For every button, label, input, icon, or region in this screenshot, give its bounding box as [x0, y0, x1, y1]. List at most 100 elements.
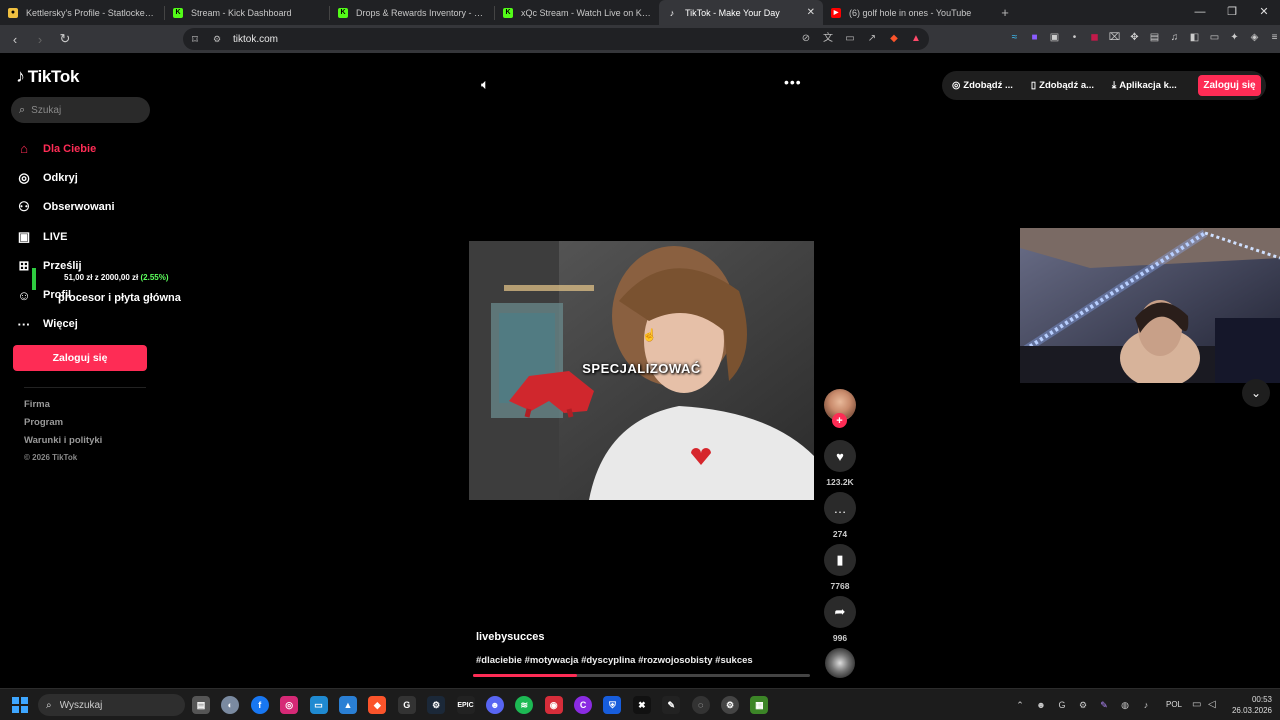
bookmark-icon[interactable]: ⌑ [187, 33, 203, 46]
browser-tab-youtube[interactable]: ▶ (6) golf hole in ones - YouTube [823, 0, 987, 25]
comment-icon[interactable]: … [824, 492, 856, 524]
notes-icon[interactable]: ✎ [662, 696, 681, 714]
browser-tab-kick-dashboard[interactable]: K Stream - Kick Dashboard [165, 0, 329, 25]
discord-tray-icon[interactable]: ☻ [1035, 699, 1047, 711]
tiktok-logo[interactable]: ♪ TikTok [16, 66, 79, 87]
settings-icon[interactable]: ⚙ [721, 696, 740, 714]
no-cast-icon[interactable]: ⊘ [799, 32, 813, 46]
extension-icon[interactable]: ■ [1028, 31, 1041, 45]
forward-icon[interactable]: › [30, 32, 50, 47]
music-icon[interactable]: ♫ [1168, 31, 1181, 45]
steam-icon[interactable]: ⚙ [427, 696, 446, 714]
vpn-icon[interactable]: ◈ [1248, 31, 1261, 45]
more-options-icon[interactable]: ••• [784, 74, 802, 90]
app-icon[interactable]: ◐ [221, 696, 240, 714]
browser-tab-tiktok[interactable]: ♪ TikTok - Make Your Day ✕ [659, 0, 823, 25]
volume-tray-icon[interactable]: ◁ [1208, 699, 1216, 710]
app-icon[interactable]: G [397, 696, 416, 714]
app-icon[interactable]: ✖ [632, 696, 651, 714]
maximize-icon[interactable]: ❐ [1216, 0, 1248, 25]
app-icon[interactable]: C [574, 696, 593, 714]
back-icon[interactable]: ‹ [5, 32, 25, 47]
epic-games-icon[interactable]: EPIC [456, 696, 475, 714]
share-arrow-icon[interactable]: ➦ [824, 596, 856, 628]
close-window-icon[interactable]: ✕ [1248, 0, 1280, 25]
video-author[interactable]: livebysucces [476, 631, 545, 643]
nav-item-more[interactable]: ··· Więcej [14, 310, 115, 339]
taskbar-search[interactable]: ⌕ [38, 694, 185, 716]
windows-start-icon[interactable] [12, 697, 28, 713]
extension-icon[interactable]: ▣ [1048, 31, 1061, 45]
instagram-icon[interactable]: ◎ [280, 696, 299, 714]
cast-icon[interactable]: ▭ [843, 32, 857, 46]
monitor-icon[interactable]: ▭ [309, 696, 328, 714]
footer-link-company[interactable]: Firma [24, 399, 102, 417]
obs-icon[interactable]: ◌ [691, 696, 710, 714]
brave-icon[interactable]: ◆ [368, 696, 387, 714]
minecraft-icon[interactable]: ▦ [750, 696, 769, 714]
browser-tab-kick-drops[interactable]: K Drops & Rewards Inventory - Kick Stre.… [330, 0, 494, 25]
video-progress-bar[interactable] [473, 674, 810, 677]
share-icon[interactable]: ↗ [865, 32, 879, 46]
browser-tab-statlocker[interactable]: ● Kettlersky's Profile - Statlocker.gg [0, 0, 164, 25]
facebook-icon[interactable]: f [250, 696, 269, 714]
extension-icon[interactable]: ⌧ [1108, 31, 1121, 45]
menu-icon[interactable]: ≡ [1268, 31, 1280, 45]
nav-item-following[interactable]: ⚇ Obserwowani [14, 193, 114, 222]
sidebar-icon[interactable]: ◧ [1188, 31, 1201, 45]
chevron-up-icon[interactable]: ⌃ [1014, 699, 1026, 711]
bookmark-icon[interactable]: ▮ [824, 544, 856, 576]
taskbar-clock[interactable]: 00:53 26.03.2026 [1228, 694, 1272, 716]
wallet-icon[interactable]: ▭ [1208, 31, 1221, 45]
desktop-app-button[interactable]: ⤓ Aplikacja k... [1112, 80, 1177, 91]
extension-icon[interactable]: ◼ [1088, 31, 1101, 45]
bitwarden-icon[interactable]: ⛨ [603, 696, 622, 714]
photos-icon[interactable]: ▲ [338, 696, 357, 714]
video-hashtags[interactable]: #dlaciebie #motywacja #dyscyplina #rozwo… [476, 655, 753, 666]
mic-tray-icon[interactable]: ♪ [1140, 699, 1152, 711]
steam-tray-icon[interactable]: ⚙ [1077, 699, 1089, 711]
taskbar-search-input[interactable] [59, 699, 170, 711]
nav-item-live[interactable]: ▣ LIVE [14, 222, 115, 251]
minimize-icon[interactable]: — [1184, 0, 1216, 25]
brave-rewards-icon[interactable]: ▲ [909, 32, 923, 46]
music-disc-icon[interactable] [825, 648, 855, 678]
puzzle-icon[interactable]: ✥ [1128, 31, 1141, 45]
file-explorer-icon[interactable]: ▤ [192, 696, 210, 714]
header-login-button[interactable]: Zaloguj się [1198, 75, 1261, 96]
sidebar-login-button[interactable]: Zaloguj się [13, 345, 147, 371]
network-tray-icon[interactable]: ◍ [1119, 699, 1131, 711]
get-coins-button[interactable]: ◎ Zdobądź ... [952, 80, 1013, 91]
heart-icon[interactable]: ♥ [824, 440, 856, 472]
close-tab-icon[interactable]: ✕ [807, 7, 815, 18]
app-tray-icon[interactable]: G [1056, 699, 1068, 711]
extension-icon[interactable]: ▤ [1148, 31, 1161, 45]
display-icon[interactable]: ▭ [1192, 699, 1201, 710]
leo-icon[interactable]: ✦ [1228, 31, 1241, 45]
site-info-icon[interactable]: ⚙ [213, 34, 227, 45]
get-app-button[interactable]: ▯ Zdobądź a... [1031, 80, 1094, 91]
extension-icon[interactable]: ≈ [1008, 31, 1021, 45]
pen-tray-icon[interactable]: ✎ [1098, 699, 1110, 711]
extension-icon[interactable]: • [1068, 31, 1081, 45]
brave-shields-icon[interactable]: ◆ [887, 32, 901, 46]
language-indicator[interactable]: POL [1166, 700, 1182, 709]
new-tab-button[interactable]: + [993, 5, 1017, 20]
nav-item-explore[interactable]: ◎ Odkryj [14, 163, 115, 192]
translate-icon[interactable]: 文 [821, 32, 835, 46]
follow-plus-icon[interactable]: + [832, 413, 847, 428]
reload-icon[interactable]: ↻ [55, 31, 75, 47]
nav-item-for-you[interactable]: ⌂ Dla Ciebie [14, 134, 115, 163]
video-player[interactable]: SPECJALIZOWAĆ [469, 241, 814, 500]
url-text[interactable]: tiktok.com [233, 34, 278, 45]
browser-tab-xqc-stream[interactable]: K xQc Stream - Watch Live on Kick [495, 0, 659, 25]
address-bar[interactable]: ⌑ ⚙ tiktok.com ⊘ 文 ▭ ↗ ◆ ▲ [183, 28, 929, 50]
spotify-icon[interactable]: ≋ [515, 696, 534, 714]
app-icon[interactable]: ◉ [544, 696, 563, 714]
search-bar[interactable]: ⌕ [11, 97, 150, 123]
search-input[interactable] [31, 104, 132, 116]
discord-icon[interactable]: ☻ [485, 696, 504, 714]
footer-link-program[interactable]: Program [24, 417, 102, 435]
volume-icon[interactable]: 🔈︎ [481, 76, 489, 93]
footer-link-terms[interactable]: Warunki i polityki [24, 435, 102, 453]
